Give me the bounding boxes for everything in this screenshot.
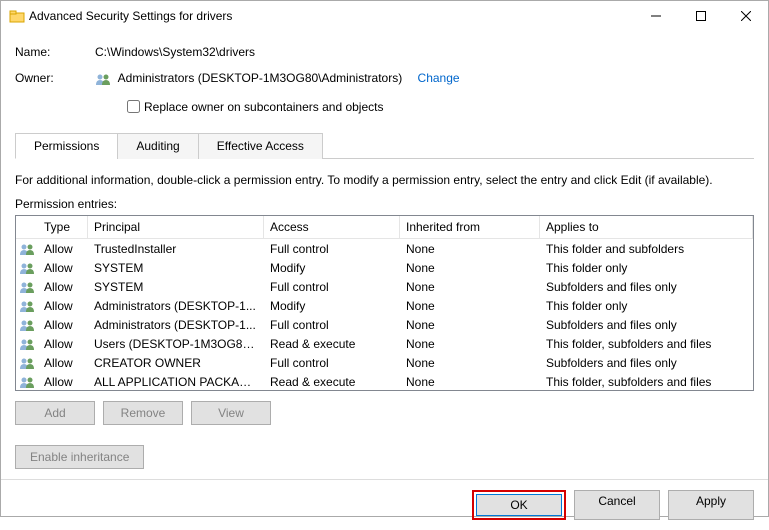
cell-access: Read & execute [264, 336, 400, 352]
principal-icon [16, 277, 38, 297]
col-inherited[interactable]: Inherited from [400, 216, 540, 238]
cell-applies: Subfolders and files only [540, 279, 753, 295]
cell-principal: Administrators (DESKTOP-1... [88, 317, 264, 333]
name-value: C:\Windows\System32\drivers [95, 45, 255, 59]
people-icon [95, 73, 111, 85]
cell-access: Modify [264, 298, 400, 314]
titlebar: Advanced Security Settings for drivers [1, 1, 768, 31]
change-owner-link[interactable]: Change [418, 71, 460, 85]
table-row[interactable]: AllowUsers (DESKTOP-1M3OG80\U...Read & e… [16, 334, 753, 353]
cell-type: Allow [38, 374, 88, 390]
cell-principal: CREATOR OWNER [88, 355, 264, 371]
cell-applies: Subfolders and files only [540, 355, 753, 371]
permission-entries-grid[interactable]: Type Principal Access Inherited from App… [15, 215, 754, 391]
apply-button[interactable]: Apply [668, 490, 754, 520]
principal-icon [16, 334, 38, 354]
cell-type: Allow [38, 298, 88, 314]
table-row[interactable]: AllowALL APPLICATION PACKAGESRead & exec… [16, 372, 753, 391]
cell-access: Full control [264, 241, 400, 257]
tab-permissions[interactable]: Permissions [15, 133, 118, 159]
add-button: Add [15, 401, 95, 425]
cell-applies: This folder, subfolders and files [540, 374, 753, 390]
cancel-button[interactable]: Cancel [574, 490, 660, 520]
cell-applies: This folder only [540, 260, 753, 276]
cell-access: Full control [264, 279, 400, 295]
principal-icon [16, 353, 38, 373]
cell-applies: This folder only [540, 298, 753, 314]
col-access[interactable]: Access [264, 216, 400, 238]
grid-header: Type Principal Access Inherited from App… [16, 216, 753, 239]
principal-icon [16, 296, 38, 316]
cell-access: Full control [264, 317, 400, 333]
cell-applies: This folder, subfolders and files [540, 336, 753, 352]
cell-type: Allow [38, 260, 88, 276]
info-text: For additional information, double-click… [15, 173, 754, 187]
folder-icon [9, 8, 25, 24]
principal-icon [16, 372, 38, 392]
ok-highlight: OK [472, 490, 566, 520]
cell-inherited: None [400, 374, 540, 390]
replace-owner-label: Replace owner on subcontainers and objec… [144, 100, 383, 114]
table-row[interactable]: AllowSYSTEMFull controlNoneSubfolders an… [16, 277, 753, 296]
close-button[interactable] [723, 1, 768, 31]
tab-strip: Permissions Auditing Effective Access [15, 132, 754, 159]
col-applies[interactable]: Applies to [540, 216, 753, 238]
cell-principal: ALL APPLICATION PACKAGES [88, 374, 264, 390]
cell-applies: This folder and subfolders [540, 241, 753, 257]
cell-principal: SYSTEM [88, 279, 264, 295]
cell-inherited: None [400, 260, 540, 276]
table-row[interactable]: AllowAdministrators (DESKTOP-1...ModifyN… [16, 296, 753, 315]
principal-icon [16, 258, 38, 278]
minimize-button[interactable] [633, 1, 678, 31]
cell-inherited: None [400, 298, 540, 314]
permission-entries-label: Permission entries: [15, 197, 754, 211]
remove-button: Remove [103, 401, 183, 425]
cell-type: Allow [38, 279, 88, 295]
cell-inherited: None [400, 317, 540, 333]
ok-button[interactable]: OK [476, 494, 562, 516]
table-row[interactable]: AllowTrustedInstallerFull controlNoneThi… [16, 239, 753, 258]
table-row[interactable]: AllowCREATOR OWNERFull controlNoneSubfol… [16, 353, 753, 372]
content-area: Name: C:\Windows\System32\drivers Owner:… [1, 31, 768, 479]
principal-icon [16, 239, 38, 259]
cell-type: Allow [38, 317, 88, 333]
cell-access: Full control [264, 355, 400, 371]
footer: OK Cancel Apply [1, 479, 768, 530]
replace-owner-checkbox[interactable] [127, 100, 140, 113]
name-label: Name: [15, 45, 95, 59]
cell-inherited: None [400, 336, 540, 352]
cell-type: Allow [38, 336, 88, 352]
cell-inherited: None [400, 279, 540, 295]
cell-inherited: None [400, 241, 540, 257]
maximize-button[interactable] [678, 1, 723, 31]
cell-principal: Administrators (DESKTOP-1... [88, 298, 264, 314]
cell-principal: TrustedInstaller [88, 241, 264, 257]
owner-label: Owner: [15, 71, 95, 85]
cell-type: Allow [38, 355, 88, 371]
enable-inheritance-button: Enable inheritance [15, 445, 144, 469]
cell-inherited: None [400, 355, 540, 371]
tab-auditing[interactable]: Auditing [117, 133, 198, 159]
table-row[interactable]: AllowSYSTEMModifyNoneThis folder only [16, 258, 753, 277]
table-row[interactable]: AllowAdministrators (DESKTOP-1...Full co… [16, 315, 753, 334]
principal-icon [16, 315, 38, 335]
cell-access: Modify [264, 260, 400, 276]
cell-type: Allow [38, 241, 88, 257]
cell-access: Read & execute [264, 374, 400, 390]
window-title: Advanced Security Settings for drivers [25, 9, 633, 23]
col-type[interactable]: Type [38, 216, 88, 238]
owner-value: Administrators (DESKTOP-1M3OG80\Administ… [118, 71, 403, 85]
view-button: View [191, 401, 271, 425]
cell-principal: SYSTEM [88, 260, 264, 276]
col-principal[interactable]: Principal [88, 216, 264, 238]
window: Advanced Security Settings for drivers N… [0, 0, 769, 517]
cell-principal: Users (DESKTOP-1M3OG80\U... [88, 336, 264, 352]
tab-effective-access[interactable]: Effective Access [198, 133, 323, 159]
cell-applies: Subfolders and files only [540, 317, 753, 333]
